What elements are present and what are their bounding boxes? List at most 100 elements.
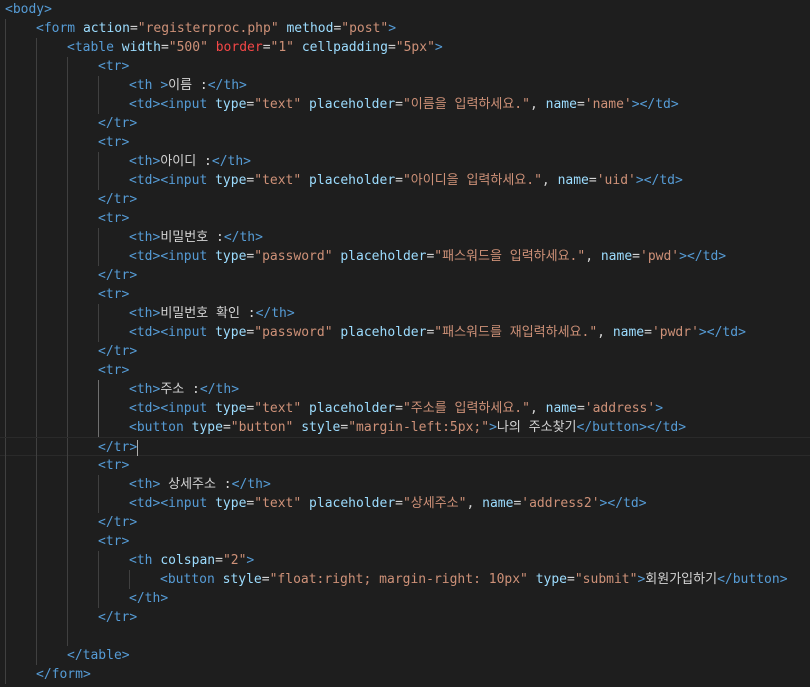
code-line[interactable]: </tr> [0,513,810,532]
code-text: <tr> [98,287,130,302]
indent-guide [36,456,37,475]
indent-guide [67,285,68,304]
code-line[interactable]: <th>주소 :</th> [0,380,810,399]
indent-guide [5,646,6,665]
indent-guide [5,190,6,209]
code-line[interactable]: </table> [0,646,810,665]
code-line[interactable]: <button style="float:right; margin-right… [0,570,810,589]
code-line[interactable]: <table width="500" border="1" cellpaddin… [0,38,810,57]
code-text: <td><input type="password" placeholder="… [129,249,727,264]
indent-guide [36,247,37,266]
code-line[interactable]: <tr> [0,361,810,380]
code-line[interactable]: </tr> [0,190,810,209]
indent-guide [5,323,6,342]
code-line[interactable]: <th>아이디 :</th> [0,152,810,171]
code-editor[interactable]: <body> <form action="registerproc.php" me… [0,0,810,687]
indent-guide [98,95,99,114]
indent-guide [98,323,99,342]
indent-guide [36,608,37,627]
code-line[interactable]: </tr> [0,114,810,133]
code-line[interactable] [0,627,810,646]
indent-guide [36,380,37,399]
indent-guide [129,570,130,589]
indent-guide [36,438,37,457]
indent-guide [67,438,68,457]
indent-guide [5,247,6,266]
code-line[interactable]: </tr> [0,342,810,361]
code-line[interactable]: <th>비밀번호 :</th> [0,228,810,247]
indent-guide [5,494,6,513]
indent-guide [5,76,6,95]
code-text: <tr> [98,135,130,150]
indent-guide [67,190,68,209]
indent-guide [98,551,99,570]
code-line[interactable]: <td><input type="password" placeholder="… [0,323,810,342]
indent-guide [36,209,37,228]
code-text: <th>비밀번호 확인 :</th> [129,306,295,321]
code-text: <form action="registerproc.php" method="… [36,21,397,36]
code-line[interactable]: <tr> [0,532,810,551]
code-line[interactable]: <td><input type="text" placeholder="상세주소… [0,494,810,513]
code-line[interactable]: <th>비밀번호 확인 :</th> [0,304,810,323]
indent-guide [67,57,68,76]
indent-guide [5,19,6,38]
code-line[interactable]: <form action="registerproc.php" method="… [0,19,810,38]
code-text: <th>아이디 :</th> [129,154,251,169]
code-text: <tr> [98,363,130,378]
code-line[interactable]: <th colspan="2"> [0,551,810,570]
code-text: </tr> [98,268,138,283]
code-line[interactable]: </tr> [0,266,810,285]
indent-guide [67,152,68,171]
code-text: <tr> [98,458,130,473]
code-line[interactable]: <th> 상세주소 :</th> [0,475,810,494]
code-line[interactable]: <td><input type="password" placeholder="… [0,247,810,266]
indent-guide [5,438,6,457]
indent-guide [36,532,37,551]
code-line[interactable]: <button type="button" style="margin-left… [0,418,810,437]
indent-guide [36,494,37,513]
indent-guide [67,475,68,494]
code-line[interactable]: </form> [0,665,810,684]
code-text: <th>비밀번호 :</th> [129,230,263,245]
code-text: </form> [36,667,91,682]
indent-guide [5,57,6,76]
code-line[interactable]: <body> [0,0,810,19]
code-line[interactable]: </tr> [0,608,810,627]
code-text: <td><input type="text" placeholder="주소를 … [129,401,664,416]
code-text: </tr> [98,515,138,530]
indent-guide [98,76,99,95]
code-line[interactable]: <tr> [0,456,810,475]
code-text: <th colspan="2"> [129,553,255,568]
code-line[interactable]: <tr> [0,285,810,304]
code-text: </tr> [98,610,138,625]
code-line[interactable]: <td><input type="text" placeholder="주소를 … [0,399,810,418]
indent-guide [98,380,99,399]
indent-guide [67,361,68,380]
code-line[interactable]: <th >이름 :</th> [0,76,810,95]
indent-guide [5,399,6,418]
code-line[interactable]: <td><input type="text" placeholder="아이디을… [0,171,810,190]
indent-guide [67,133,68,152]
indent-guide [36,570,37,589]
indent-guide [36,171,37,190]
code-line[interactable]: <tr> [0,133,810,152]
indent-guide [98,418,99,437]
indent-guide [5,665,6,684]
indent-guide [36,646,37,665]
code-line[interactable]: <tr> [0,57,810,76]
code-line[interactable]: </th> [0,589,810,608]
code-line[interactable]: <tr> [0,209,810,228]
code-line[interactable]: <td><input type="text" placeholder="이름을 … [0,95,810,114]
code-text: </tr> [98,116,138,131]
indent-guide [5,589,6,608]
code-line[interactable]: </tr> [0,437,810,457]
indent-guide [67,513,68,532]
indent-guide [5,513,6,532]
code-text: </tr> [98,344,138,359]
indent-guide [5,475,6,494]
indent-guide [67,380,68,399]
indent-guide [36,304,37,323]
code-text: </tr> [98,439,139,456]
indent-guide [36,323,37,342]
indent-guide [67,494,68,513]
